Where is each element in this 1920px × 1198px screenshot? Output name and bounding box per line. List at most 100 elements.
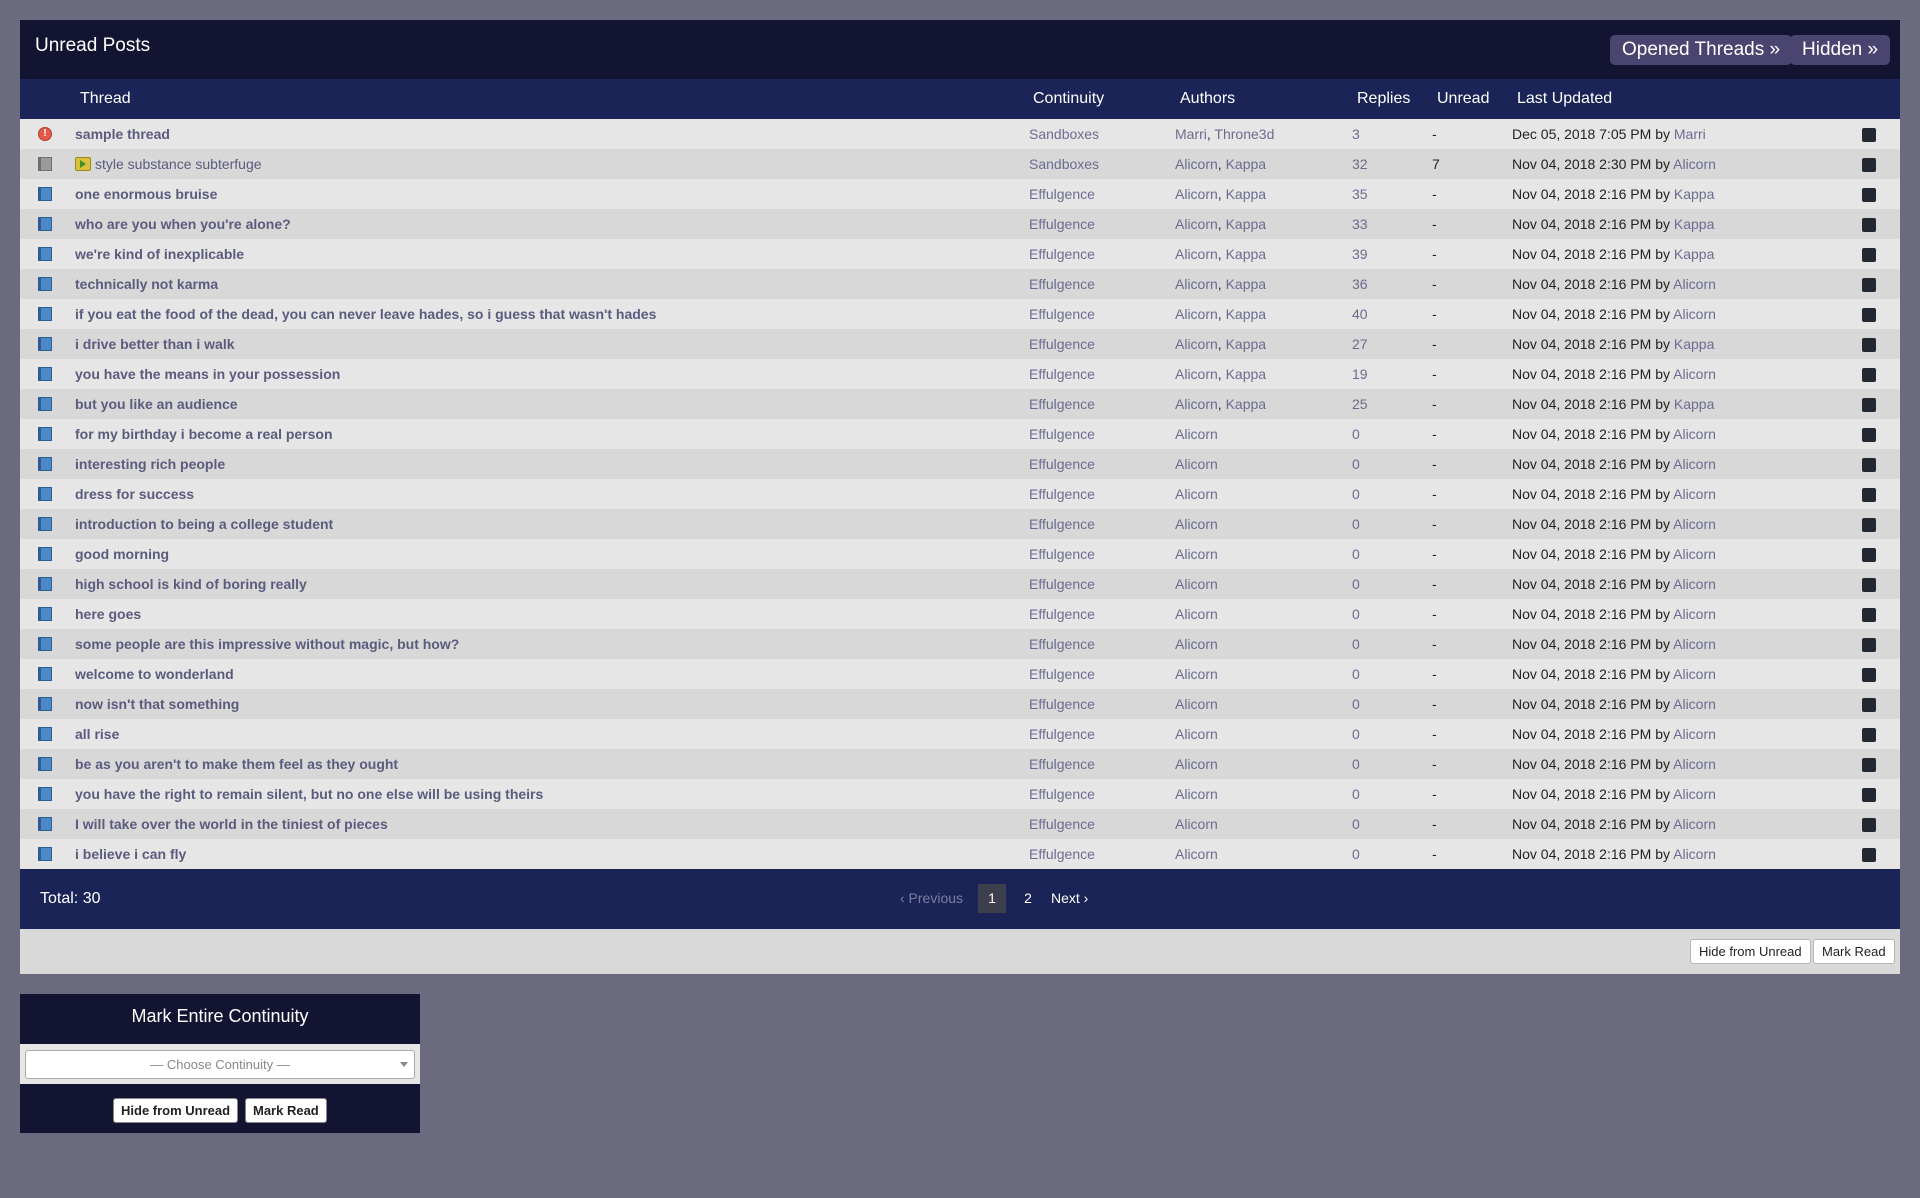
author-link[interactable]: Alicorn xyxy=(1175,786,1218,802)
last-updated-user-link[interactable]: Alicorn xyxy=(1673,456,1716,472)
last-updated-user-link[interactable]: Kappa xyxy=(1674,186,1714,202)
replies-count[interactable]: 0 xyxy=(1352,509,1360,539)
thread-title-link[interactable]: you have the means in your possession xyxy=(75,366,340,382)
row-select-checkbox[interactable] xyxy=(1862,638,1876,652)
author-link[interactable]: Marri xyxy=(1175,126,1207,142)
continuity-link[interactable]: Effulgence xyxy=(1029,209,1095,239)
continuity-link[interactable]: Effulgence xyxy=(1029,839,1095,869)
author-link[interactable]: Kappa xyxy=(1226,276,1266,292)
replies-count[interactable]: 0 xyxy=(1352,629,1360,659)
replies-count[interactable]: 0 xyxy=(1352,569,1360,599)
author-link[interactable]: Kappa xyxy=(1226,306,1266,322)
row-select-checkbox[interactable] xyxy=(1862,728,1876,742)
continuity-link[interactable]: Sandboxes xyxy=(1029,119,1099,149)
replies-count[interactable]: 0 xyxy=(1352,599,1360,629)
author-link[interactable]: Alicorn xyxy=(1175,156,1218,172)
replies-count[interactable]: 35 xyxy=(1352,179,1368,209)
pagination-next[interactable]: Next › xyxy=(1051,884,1088,913)
continuity-link[interactable]: Effulgence xyxy=(1029,689,1095,719)
author-link[interactable]: Kappa xyxy=(1226,156,1266,172)
last-updated-user-link[interactable]: Alicorn xyxy=(1673,426,1716,442)
author-link[interactable]: Kappa xyxy=(1226,216,1266,232)
row-select-checkbox[interactable] xyxy=(1862,518,1876,532)
author-link[interactable]: Alicorn xyxy=(1175,726,1218,742)
thread-title-link[interactable]: we're kind of inexplicable xyxy=(75,246,244,262)
thread-title-link[interactable]: i believe i can fly xyxy=(75,846,186,862)
replies-count[interactable]: 0 xyxy=(1352,689,1360,719)
thread-title-link[interactable]: some people are this impressive without … xyxy=(75,636,459,652)
replies-count[interactable]: 3 xyxy=(1352,119,1360,149)
replies-count[interactable]: 0 xyxy=(1352,659,1360,689)
row-select-checkbox[interactable] xyxy=(1862,788,1876,802)
replies-count[interactable]: 0 xyxy=(1352,539,1360,569)
author-link[interactable]: Alicorn xyxy=(1175,756,1218,772)
thread-title-link[interactable]: I will take over the world in the tinies… xyxy=(75,816,388,832)
last-updated-user-link[interactable]: Alicorn xyxy=(1673,846,1716,862)
continuity-link[interactable]: Effulgence xyxy=(1029,239,1095,269)
last-updated-user-link[interactable]: Alicorn xyxy=(1673,726,1716,742)
last-updated-user-link[interactable]: Alicorn xyxy=(1673,696,1716,712)
row-select-checkbox[interactable] xyxy=(1862,368,1876,382)
author-link[interactable]: Alicorn xyxy=(1175,216,1218,232)
replies-count[interactable]: 0 xyxy=(1352,419,1360,449)
author-link[interactable]: Alicorn xyxy=(1175,576,1218,592)
replies-count[interactable]: 0 xyxy=(1352,809,1360,839)
row-select-checkbox[interactable] xyxy=(1862,818,1876,832)
continuity-link[interactable]: Effulgence xyxy=(1029,179,1095,209)
continuity-link[interactable]: Effulgence xyxy=(1029,509,1095,539)
last-updated-user-link[interactable]: Alicorn xyxy=(1673,576,1716,592)
continuity-link[interactable]: Effulgence xyxy=(1029,419,1095,449)
author-link[interactable]: Kappa xyxy=(1226,396,1266,412)
opened-threads-button[interactable]: Opened Threads » xyxy=(1610,35,1793,65)
replies-count[interactable]: 0 xyxy=(1352,449,1360,479)
author-link[interactable]: Alicorn xyxy=(1175,396,1218,412)
author-link[interactable]: Alicorn xyxy=(1175,366,1218,382)
author-link[interactable]: Alicorn xyxy=(1175,246,1218,262)
last-updated-user-link[interactable]: Alicorn xyxy=(1673,636,1716,652)
replies-count[interactable]: 19 xyxy=(1352,359,1368,389)
last-updated-user-link[interactable]: Alicorn xyxy=(1673,366,1716,382)
author-link[interactable]: Kappa xyxy=(1226,246,1266,262)
row-select-checkbox[interactable] xyxy=(1862,548,1876,562)
replies-count[interactable]: 0 xyxy=(1352,779,1360,809)
thread-title-link[interactable]: i drive better than i walk xyxy=(75,336,235,352)
continuity-link[interactable]: Effulgence xyxy=(1029,629,1095,659)
last-updated-user-link[interactable]: Alicorn xyxy=(1673,666,1716,682)
continuity-link[interactable]: Effulgence xyxy=(1029,719,1095,749)
continuity-link[interactable]: Effulgence xyxy=(1029,329,1095,359)
row-select-checkbox[interactable] xyxy=(1862,668,1876,682)
last-updated-user-link[interactable]: Kappa xyxy=(1674,216,1714,232)
author-link[interactable]: Alicorn xyxy=(1175,516,1218,532)
continuity-link[interactable]: Effulgence xyxy=(1029,659,1095,689)
continuity-link[interactable]: Effulgence xyxy=(1029,539,1095,569)
thread-title-link[interactable]: good morning xyxy=(75,546,169,562)
thread-title-link[interactable]: high school is kind of boring really xyxy=(75,576,307,592)
row-select-checkbox[interactable] xyxy=(1862,758,1876,772)
continuity-link[interactable]: Effulgence xyxy=(1029,269,1095,299)
row-select-checkbox[interactable] xyxy=(1862,398,1876,412)
author-link[interactable]: Alicorn xyxy=(1175,306,1218,322)
row-select-checkbox[interactable] xyxy=(1862,488,1876,502)
thread-title-link[interactable]: sample thread xyxy=(75,126,170,142)
author-link[interactable]: Alicorn xyxy=(1175,486,1218,502)
continuity-link[interactable]: Effulgence xyxy=(1029,809,1095,839)
thread-title-link[interactable]: here goes xyxy=(75,606,141,622)
last-updated-user-link[interactable]: Alicorn xyxy=(1673,786,1716,802)
author-link[interactable]: Alicorn xyxy=(1175,186,1218,202)
last-updated-user-link[interactable]: Kappa xyxy=(1674,336,1714,352)
author-link[interactable]: Kappa xyxy=(1226,186,1266,202)
author-link[interactable]: Alicorn xyxy=(1175,336,1218,352)
thread-title-link[interactable]: now isn't that something xyxy=(75,696,239,712)
row-select-checkbox[interactable] xyxy=(1862,278,1876,292)
author-link[interactable]: Alicorn xyxy=(1175,666,1218,682)
last-updated-user-link[interactable]: Marri xyxy=(1674,126,1706,142)
continuity-link[interactable]: Effulgence xyxy=(1029,389,1095,419)
row-select-checkbox[interactable] xyxy=(1862,338,1876,352)
author-link[interactable]: Kappa xyxy=(1226,336,1266,352)
row-select-checkbox[interactable] xyxy=(1862,308,1876,322)
last-updated-user-link[interactable]: Alicorn xyxy=(1673,486,1716,502)
author-link[interactable]: Alicorn xyxy=(1175,606,1218,622)
continuity-link[interactable]: Effulgence xyxy=(1029,359,1095,389)
hidden-button[interactable]: Hidden » xyxy=(1790,35,1891,65)
replies-count[interactable]: 36 xyxy=(1352,269,1368,299)
